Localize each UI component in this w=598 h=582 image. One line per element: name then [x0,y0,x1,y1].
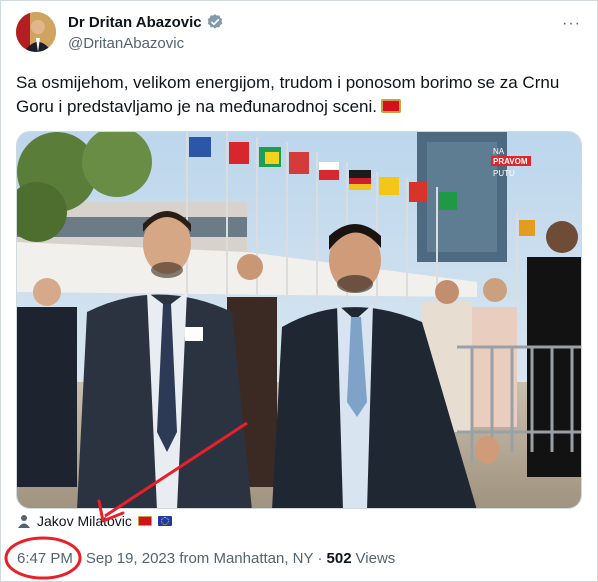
tagged-people[interactable]: Jakov Milatovic [17,513,172,529]
montenegro-flag-icon [137,516,152,526]
tweet-text-body: Sa osmijehom, velikom energijom, trudom … [16,73,560,116]
tagged-person-name[interactable]: Jakov Milatovic [37,513,132,529]
tweet-card[interactable]: Dr Dritan Abazovic @DritanAbazovic ··· S… [0,0,598,582]
avatar[interactable] [16,12,56,52]
tweet-date-location[interactable]: Sep 19, 2023 from Manhattan, NY [86,550,314,567]
eu-flag-icon [157,516,172,526]
tweet-text: Sa osmijehom, velikom energijom, trudom … [16,71,576,119]
watermark-line-3: PUTU [493,169,515,178]
watermark-line-2: PRAVOM [493,157,528,166]
person-tag-icon [17,514,31,528]
tweet-meta: 6:47 PM · Sep 19, 2023 from Manhattan, N… [17,550,395,567]
views-count[interactable]: 502 [327,550,352,567]
verified-badge-icon [206,13,224,31]
author-display-name[interactable]: Dr Dritan Abazovic [68,14,202,31]
meta-separator: · [76,550,82,567]
author-name-row[interactable]: Dr Dritan Abazovic [68,13,224,31]
tweet-photo[interactable]: NA PRAVOM PUTU [16,131,582,509]
montenegro-flag-icon [380,99,401,113]
tweet-time[interactable]: 6:47 PM [17,550,73,567]
author-handle[interactable]: @DritanAbazovic [68,35,184,52]
watermark-line-1: NA [493,147,505,156]
more-options-icon[interactable]: ··· [562,15,581,33]
meta-separator: · [317,550,323,567]
views-label: Views [355,550,396,567]
